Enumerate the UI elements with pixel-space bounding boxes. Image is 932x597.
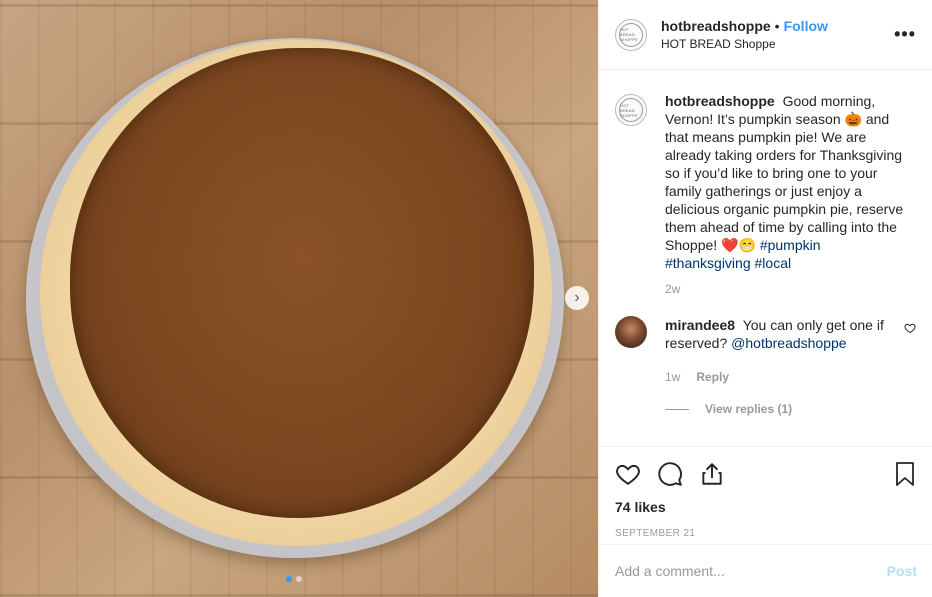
follow-button[interactable]: Follow [784, 18, 828, 34]
heart-icon [616, 464, 640, 485]
comment-username[interactable]: mirandee8 [665, 317, 735, 333]
comment-button[interactable] [657, 461, 683, 487]
likes-count[interactable]: 74 likes [615, 499, 917, 515]
view-replies-button[interactable]: View replies (1) [665, 402, 916, 416]
comment-input[interactable] [615, 563, 887, 579]
carousel-dot-active [286, 576, 292, 582]
commenter-avatar[interactable] [615, 316, 647, 348]
like-button[interactable] [615, 461, 641, 487]
like-comment-icon[interactable] [904, 322, 916, 334]
share-icon [702, 463, 722, 485]
view-replies-label: View replies (1) [705, 402, 793, 416]
bookmark-icon [896, 462, 914, 486]
caption-avatar[interactable]: HOT BREAD SHOPPE [615, 94, 647, 126]
hashtag-pumpkin[interactable]: #pumpkin [760, 237, 821, 253]
carousel-indicator [286, 576, 302, 582]
reply-button[interactable]: Reply [696, 368, 729, 386]
post-photo[interactable]: › [0, 0, 598, 597]
carousel-dot [296, 576, 302, 582]
bakery-logo-icon: HOT BREAD SHOPPE [619, 98, 643, 122]
comments-section: HOT BREAD SHOPPE hotbreadshoppe Good mor… [599, 70, 932, 416]
share-button[interactable] [699, 461, 725, 487]
caption-age[interactable]: 2w [665, 280, 680, 298]
hashtag-thanksgiving[interactable]: #thanksgiving [665, 255, 751, 271]
carousel-next-button[interactable]: › [565, 286, 589, 310]
comment-composer: Post [599, 544, 932, 597]
caption-text: Good morning, Vernon! It’s pumpkin seaso… [665, 93, 904, 253]
post-location[interactable]: HOT BREAD Shoppe [661, 37, 828, 51]
save-button[interactable] [893, 461, 917, 487]
caption: HOT BREAD SHOPPE hotbreadshoppe Good mor… [615, 92, 916, 298]
caption-username[interactable]: hotbreadshoppe [665, 93, 775, 109]
post-header: HOT BREAD SHOPPE hotbreadshoppe • Follow… [599, 0, 932, 70]
more-options-icon[interactable]: ••• [894, 24, 916, 45]
separator-dot: • [774, 18, 780, 34]
hashtag-local[interactable]: #local [755, 255, 792, 271]
action-bar: 74 likes SEPTEMBER 21 [599, 446, 932, 539]
comment-item: mirandee8 You can only get one if reserv… [615, 316, 916, 386]
post-date[interactable]: SEPTEMBER 21 [615, 528, 917, 539]
pumpkin-filling [70, 48, 534, 518]
profile-avatar[interactable]: HOT BREAD SHOPPE [615, 18, 647, 51]
comment-mention[interactable]: @hotbreadshoppe [731, 335, 846, 351]
post-comment-button[interactable]: Post [887, 563, 917, 579]
comment-icon [658, 462, 682, 486]
post-side-panel: HOT BREAD SHOPPE hotbreadshoppe • Follow… [598, 0, 932, 597]
chevron-right-icon: › [574, 289, 580, 306]
bakery-logo-icon: HOT BREAD SHOPPE [619, 22, 643, 47]
comment-age[interactable]: 1w [665, 368, 680, 386]
author-username[interactable]: hotbreadshoppe [661, 18, 771, 34]
view-replies-divider [665, 408, 689, 410]
